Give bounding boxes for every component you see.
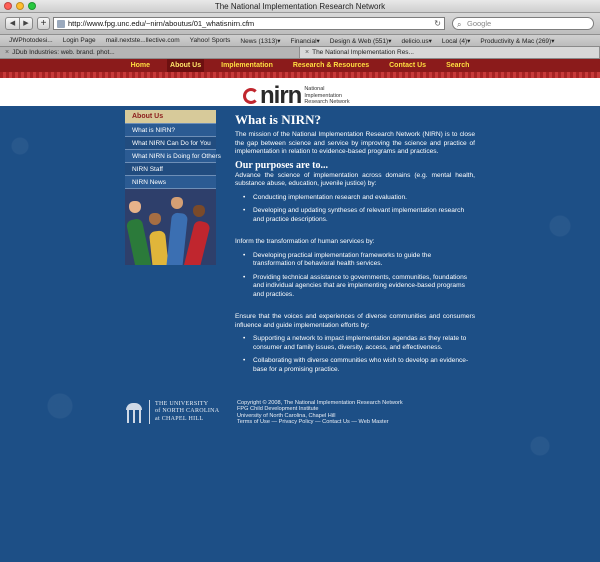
bookmark-item[interactable]: mail.nextste...llective.com — [101, 37, 185, 44]
zoom-window-button[interactable] — [28, 2, 36, 10]
logo-divider — [149, 400, 150, 424]
search-field[interactable]: ⌕ Google — [452, 17, 594, 30]
purpose-lead: Advance the science of implementation ac… — [235, 171, 475, 188]
purpose-lead: Inform the transformation of human servi… — [235, 238, 375, 245]
window-titlebar: The National Implementation Research Net… — [0, 0, 600, 13]
purpose-bullet: Supporting a network to impact implement… — [243, 335, 475, 352]
hand-shape — [149, 213, 161, 225]
close-tab-icon[interactable]: × — [5, 49, 9, 56]
bookmark-folder[interactable]: Design & Web (551)▾ — [325, 37, 397, 45]
old-well-icon — [125, 401, 143, 423]
sidebar: About Us What is NIRN? What NIRN Can Do … — [125, 110, 221, 265]
forward-button[interactable]: ▶ — [19, 17, 33, 30]
main-article: What is NIRN? The mission of the Nationa… — [235, 112, 475, 380]
purpose-list: Supporting a network to impact implement… — [243, 335, 475, 374]
purpose-lead: Ensure that the voices and experiences o… — [235, 313, 475, 329]
history-buttons: ◀ ▶ — [5, 17, 33, 30]
site-footer: THE UNIVERSITY of NORTH CAROLINA at CHAP… — [125, 400, 485, 430]
close-tab-icon[interactable]: × — [305, 49, 309, 56]
back-button[interactable]: ◀ — [5, 17, 19, 30]
search-icon: ⌕ — [457, 20, 462, 29]
browser-tab-active[interactable]: × The National Implementation Res... — [300, 47, 600, 58]
bookmark-item[interactable]: Login Page — [58, 37, 101, 44]
nirn-logo[interactable]: nirn National Implementation Research Ne… — [243, 84, 356, 108]
raised-hands-illustration — [125, 188, 216, 265]
browser-tab[interactable]: × JDub Industries: web. brand. phot... — [0, 47, 300, 58]
nav-research-resources[interactable]: Research & Resources — [290, 59, 372, 72]
footer-info: Copyright © 2008, The National Implement… — [237, 400, 403, 426]
purpose-list: Conducting implementation research and e… — [243, 194, 475, 225]
browser-toolbar: ◀ ▶ + http://www.fpg.unc.edu/~nirn/about… — [0, 13, 600, 35]
unc-wordmark: THE UNIVERSITY of NORTH CAROLINA at CHAP… — [155, 401, 219, 424]
hand-shape — [193, 205, 205, 217]
purpose-bullet: Developing practical implementation fram… — [243, 252, 475, 269]
window-controls — [4, 2, 36, 10]
nav-contact-us[interactable]: Contact Us — [386, 59, 429, 72]
intro-paragraph: The mission of the National Implementati… — [235, 131, 475, 155]
unc-logo[interactable]: THE UNIVERSITY of NORTH CAROLINA at CHAP… — [125, 400, 219, 424]
site-navigation: Home About Us Implementation Research & … — [0, 59, 600, 72]
nav-implementation[interactable]: Implementation — [218, 59, 276, 72]
arm-shape — [125, 217, 153, 265]
tab-bar: × JDub Industries: web. brand. phot... × T… — [0, 47, 600, 59]
tab-label: The National Implementation Res... — [312, 49, 414, 56]
close-window-button[interactable] — [4, 2, 12, 10]
unc-line: of NORTH CAROLINA — [155, 408, 220, 415]
bookmark-folder[interactable]: delicio.us▾ — [396, 37, 436, 45]
logo-line: Research Network — [304, 99, 350, 106]
search-placeholder: Google — [467, 19, 492, 28]
tab-label: JDub Industries: web. brand. phot... — [12, 49, 115, 56]
bookmark-item[interactable]: JWPhotodesi... — [4, 37, 58, 44]
nav-search[interactable]: Search — [443, 59, 472, 72]
address-text: http://www.fpg.unc.edu/~nirn/aboutus/01_… — [68, 19, 255, 28]
sidebar-item-nirn-news[interactable]: NIRN News — [125, 175, 216, 188]
add-bookmark-button[interactable]: + — [37, 17, 50, 30]
purpose-bullet: Providing technical assistance to govern… — [243, 274, 475, 300]
address-bar[interactable]: http://www.fpg.unc.edu/~nirn/aboutus/01_… — [53, 17, 445, 30]
site-favicon-icon — [57, 20, 65, 28]
page-title: What is NIRN? — [235, 112, 321, 127]
sidebar-item-what-nirn-is-doing[interactable]: What NIRN is Doing for Others — [125, 149, 221, 162]
purpose-list: Developing practical implementation fram… — [243, 252, 475, 300]
reload-icon[interactable]: ↻ — [434, 18, 441, 29]
window-title: The National Implementation Research Net… — [214, 2, 386, 11]
purpose-bullet: Developing and updating syntheses of rel… — [243, 207, 475, 224]
hand-shape — [129, 201, 141, 213]
nav-about-us[interactable]: About Us — [167, 59, 205, 72]
bookmark-folder[interactable]: News (1313)▾ — [235, 37, 285, 45]
sidebar-item-what-is-nirn[interactable]: What is NIRN? — [125, 123, 216, 136]
bookmark-item[interactable]: Yahoo! Sports — [185, 37, 236, 44]
bookmark-folder[interactable]: Productivity & Mac (269)▾ — [475, 37, 559, 45]
sidebar-item-what-nirn-can-do[interactable]: What NIRN Can Do for You — [125, 136, 216, 149]
arm-shape — [166, 212, 188, 265]
sidebar-header[interactable]: About Us — [125, 110, 216, 123]
nav-home[interactable]: Home — [128, 59, 153, 72]
footer-links[interactable]: Terms of Use — Privacy Policy — Contact … — [237, 419, 403, 425]
page-content: About Us What is NIRN? What NIRN Can Do … — [0, 106, 600, 562]
logo-word: nirn — [260, 82, 302, 109]
arm-shape — [183, 219, 211, 265]
bookmark-folder[interactable]: Local (4)▾ — [437, 37, 476, 45]
section-subtitle: Our purposes are to... — [235, 159, 328, 171]
unc-line: at CHAPEL HILL — [155, 415, 204, 422]
swirl-icon — [243, 88, 259, 104]
purpose-bullet: Conducting implementation research and e… — [243, 194, 475, 203]
purpose-bullet: Collaborating with diverse communities w… — [243, 357, 475, 374]
sidebar-item-nirn-staff[interactable]: NIRN Staff — [125, 162, 216, 175]
hand-shape — [171, 197, 183, 209]
bookmarks-bar: JWPhotodesi... Login Page mail.nextste..… — [0, 35, 600, 47]
bookmark-folder[interactable]: Financial▾ — [286, 37, 325, 45]
minimize-window-button[interactable] — [16, 2, 24, 10]
logo-subtitle: National Implementation Research Network — [304, 86, 356, 106]
